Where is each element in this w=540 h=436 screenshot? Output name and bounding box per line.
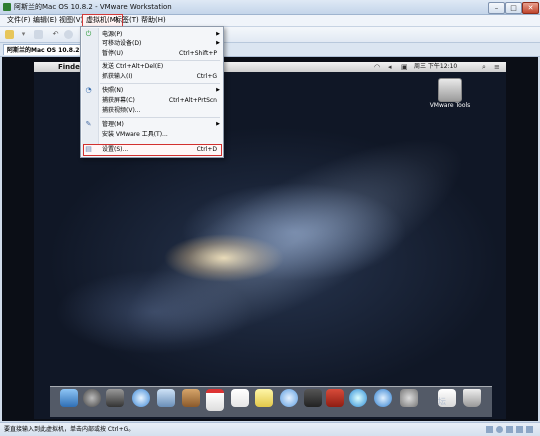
mission-control-dock-icon[interactable] <box>106 389 124 407</box>
watermark: 坛 <box>438 397 446 406</box>
power-icon: ⏻ <box>85 30 92 38</box>
menu-item-shortcut: Ctrl+Alt+PrtScn <box>168 97 217 104</box>
finder-dock-icon[interactable] <box>60 389 78 407</box>
sound-icon[interactable] <box>526 426 533 433</box>
safari-dock-icon[interactable] <box>132 389 150 407</box>
spotlight-icon[interactable]: ⌕ <box>482 63 486 71</box>
notification-center-icon[interactable]: ≡ <box>494 63 500 71</box>
title-bar[interactable]: 阿斯兰的Mac OS 10.8.2 - VMware Workstation –… <box>0 0 540 15</box>
menu-item-label: 发送 Ctrl+Alt+Del(E) <box>102 63 164 70</box>
menu-item-label: 设置(S)... <box>102 146 129 153</box>
vmware-tools-disk-icon[interactable] <box>438 78 462 102</box>
menu-help[interactable]: 帮助(H) <box>138 15 169 26</box>
menu-item-shortcut: Ctrl+Shift+P <box>179 50 217 57</box>
menu-item-label: 抓获输入(I) <box>102 73 133 80</box>
menu-item-label: 暂停(U) <box>102 50 124 57</box>
reminders-dock-icon[interactable] <box>231 389 249 407</box>
manager-icon[interactable] <box>64 30 73 39</box>
launchpad-dock-icon[interactable] <box>83 389 101 407</box>
window-title: 阿斯兰的Mac OS 10.8.2 - VMware Workstation <box>14 3 172 11</box>
menu-item-removable-devices[interactable]: 可移动设备(D) ▶ <box>81 39 223 48</box>
revert-icon[interactable]: ↶ <box>51 30 60 39</box>
input-source-icon[interactable]: ▣ <box>401 63 408 71</box>
menu-item-label: 可移动设备(D) <box>102 40 142 47</box>
minimize-button[interactable]: – <box>488 2 505 14</box>
submenu-arrow-icon: ▶ <box>216 121 220 127</box>
menu-item-pause[interactable]: 暂停(U) Ctrl+Shift+P <box>81 49 223 58</box>
menu-item-snapshot[interactable]: ◔ 快照(N) ▶ <box>81 86 223 95</box>
dropdown-chevron-icon[interactable]: ▾ <box>19 30 28 39</box>
close-button[interactable]: ✕ <box>522 2 539 14</box>
menu-item-label: 电源(P) <box>102 31 123 38</box>
facetime-dock-icon[interactable] <box>304 389 322 407</box>
menu-item-grab-input[interactable]: 抓获输入(I) Ctrl+G <box>81 72 223 81</box>
menu-item-shortcut: Ctrl+G <box>196 73 217 80</box>
hard-disk-icon[interactable] <box>486 426 493 433</box>
settings-icon: ▤ <box>85 145 92 153</box>
mail-dock-icon[interactable] <box>157 389 175 407</box>
status-bar: 要直接输入到此虚拟机，单击内部或按 Ctrl+G。 <box>0 422 540 436</box>
maximize-button[interactable]: □ <box>505 2 522 14</box>
mac-clock[interactable]: 周三 下午12:10 <box>414 62 457 72</box>
menu-separator <box>100 117 220 118</box>
vm-dropdown-menu: ⏻ 电源(P) ▶ 可移动设备(D) ▶ 暂停(U) Ctrl+Shift+P … <box>80 26 224 158</box>
vmware-app-icon <box>3 3 11 11</box>
trash-dock-icon[interactable] <box>463 389 481 407</box>
menu-item-label: 管理(M) <box>102 121 124 128</box>
contacts-dock-icon[interactable] <box>182 389 200 407</box>
menu-item-capture-screen[interactable]: 捕获屏幕(C) Ctrl+Alt+PrtScn <box>81 96 223 105</box>
menu-item-label: 捕获屏幕(C) <box>102 97 135 104</box>
snapshot-icon: ◔ <box>85 86 92 94</box>
wifi-icon[interactable]: ◠ <box>374 63 380 71</box>
menu-item-install-vmware-tools[interactable]: 安装 VMware 工具(T)... <box>81 130 223 139</box>
menu-item-label: 安装 VMware 工具(T)... <box>102 131 168 138</box>
itunes-dock-icon[interactable] <box>349 389 367 407</box>
status-text: 要直接输入到此虚拟机，单击内部或按 Ctrl+G。 <box>4 426 135 433</box>
menu-item-settings[interactable]: ▤ 设置(S)... Ctrl+D <box>81 145 223 154</box>
submenu-arrow-icon: ▶ <box>216 31 220 37</box>
menu-item-power[interactable]: ⏻ 电源(P) ▶ <box>81 30 223 39</box>
system-preferences-dock-icon[interactable] <box>400 389 418 407</box>
menu-item-send-ctrl-alt-del[interactable]: 发送 Ctrl+Alt+Del(E) <box>81 62 223 71</box>
messages-dock-icon[interactable] <box>280 389 298 407</box>
usb-icon[interactable] <box>516 426 523 433</box>
menu-item-label: 捕获视频(V)... <box>102 107 141 114</box>
menu-separator <box>100 60 220 61</box>
snapshot-icon[interactable] <box>34 30 43 39</box>
library-icon[interactable] <box>5 30 14 39</box>
submenu-arrow-icon: ▶ <box>216 87 220 93</box>
network-icon[interactable] <box>506 426 513 433</box>
volume-icon[interactable]: ◂ <box>388 63 392 71</box>
menu-item-capture-movie[interactable]: 捕获视频(V)... <box>81 106 223 115</box>
menu-item-manage[interactable]: ✎ 管理(M) ▶ <box>81 120 223 129</box>
wrench-icon: ✎ <box>85 120 92 128</box>
menu-separator <box>100 83 220 84</box>
menu-item-shortcut: Ctrl+D <box>196 146 217 153</box>
submenu-arrow-icon: ▶ <box>216 40 220 46</box>
calendar-dock-icon[interactable] <box>206 389 224 411</box>
menu-item-label: 快照(N) <box>102 87 124 94</box>
vm-tab[interactable]: 阿斯兰的Mac OS 10.8.2 <box>3 44 81 55</box>
photo-booth-dock-icon[interactable] <box>326 389 344 407</box>
app-store-dock-icon[interactable] <box>374 389 392 407</box>
cd-dvd-icon[interactable] <box>496 426 503 433</box>
notes-dock-icon[interactable] <box>255 389 273 407</box>
vmware-tools-label: VMware Tools <box>429 102 471 109</box>
